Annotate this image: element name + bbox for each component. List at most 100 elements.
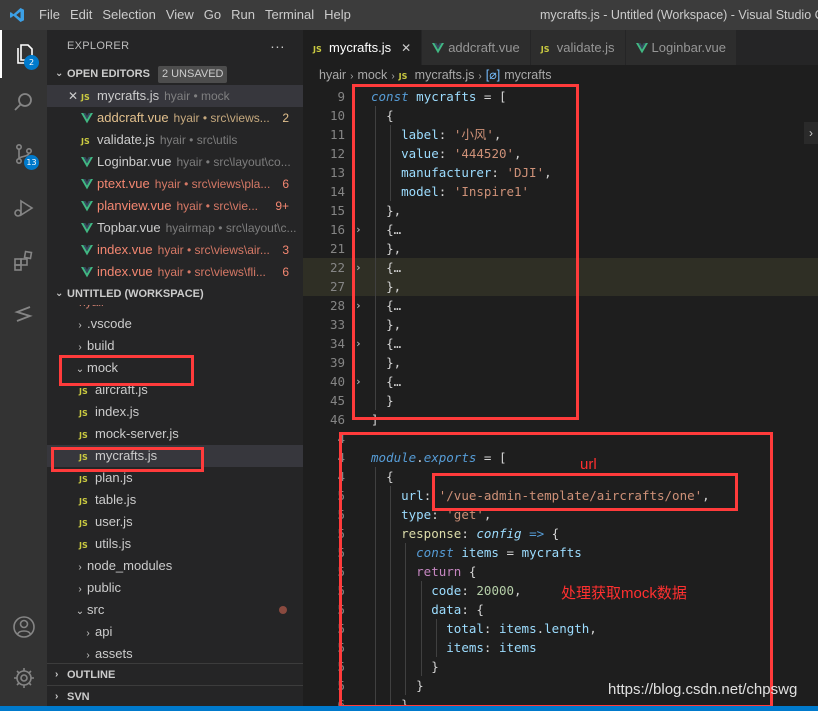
vscode-logo-icon <box>0 0 34 30</box>
tree-item-index-js[interactable]: JS index.js <box>47 401 303 423</box>
more-actions-icon[interactable]: ··· <box>270 30 285 63</box>
open-editor-item[interactable]: Loginbar.vue hyair • src\layout\co... <box>47 151 303 173</box>
js-file-icon: JS <box>79 541 88 550</box>
watermark: https://blog.csdn.net/chpswg <box>608 681 798 698</box>
breadcrumb-item[interactable]: mock <box>357 68 387 82</box>
open-editor-filename: index.vue <box>97 264 153 279</box>
line-number: 33 <box>329 317 345 332</box>
js-file-icon: JS <box>79 431 88 440</box>
line-number: 14 <box>329 184 345 199</box>
tab-validate-js[interactable]: JS validate.js <box>530 30 626 65</box>
tab-addcraft-vue[interactable]: addcraft.vue <box>422 30 531 65</box>
extensions-icon[interactable] <box>0 237 47 285</box>
open-editor-filename: mycrafts.js <box>97 88 160 103</box>
source-control-icon[interactable]: 13 <box>0 130 47 178</box>
open-editor-item[interactable]: addcraft.vue hyair • src\views... 2 <box>47 107 303 129</box>
explorer-icon[interactable]: 2 <box>0 30 47 78</box>
tree-item-api[interactable]: › api <box>47 621 303 643</box>
js-file-icon: JS <box>81 137 90 146</box>
annotation-box-mock-folder <box>59 355 194 386</box>
line-number: 13 <box>329 165 345 180</box>
tab-label: validate.js <box>556 40 615 55</box>
line-number: 40 <box>329 374 345 389</box>
open-editor-filename: planview.vue <box>97 198 172 213</box>
run-debug-icon[interactable] <box>0 184 47 232</box>
status-bar <box>0 706 818 711</box>
open-editor-filename: index.vue <box>97 242 153 257</box>
menu-view[interactable]: View <box>161 0 199 30</box>
tree-item-assets[interactable]: › assets <box>47 643 303 665</box>
vue-file-icon <box>81 217 97 239</box>
open-editor-path: hyair • src\vie... <box>176 199 259 213</box>
tree-item--vscode[interactable]: › .vscode <box>47 313 303 335</box>
open-editor-filename: addcraft.vue <box>97 110 169 125</box>
tree-item-label: user.js <box>95 514 133 529</box>
open-editor-path: hyairmap • src\layout\c... <box>165 221 297 235</box>
problem-count: 6 <box>282 265 289 279</box>
account-icon[interactable] <box>0 603 47 651</box>
open-editor-path: hyair • src\views\fli... <box>157 265 266 279</box>
menu-help[interactable]: Help <box>319 0 356 30</box>
outline-header[interactable]: › OUTLINE <box>47 663 303 685</box>
tree-item-public[interactable]: › public <box>47 577 303 599</box>
js-file-icon: JS <box>79 497 88 506</box>
problem-count: 6 <box>282 177 289 191</box>
open-editor-path: hyair • src\views\pla... <box>154 177 271 191</box>
tree-item-label: public <box>87 580 121 595</box>
open-editor-item[interactable]: Topbar.vue hyairmap • src\layout\c... <box>47 217 303 239</box>
open-editor-item[interactable]: ✕ JS mycrafts.js hyair • mock <box>47 85 303 107</box>
tree-item-build[interactable]: › build <box>47 335 303 357</box>
open-editor-path: hyair • src\utils <box>159 133 238 147</box>
open-editor-item[interactable]: planview.vue hyair • src\vie... 9+ <box>47 195 303 217</box>
close-icon[interactable]: ✕ <box>65 85 81 107</box>
open-editor-item[interactable]: JS validate.js hyair • src\utils <box>47 129 303 151</box>
tree-item-src[interactable]: ⌄ src <box>47 599 303 621</box>
open-editor-item[interactable]: index.vue hyair • src\views\air... 3 <box>47 239 303 261</box>
breadcrumb-item[interactable]: mycrafts.js <box>415 68 475 82</box>
tree-item-table-js[interactable]: JS table.js <box>47 489 303 511</box>
svn-header[interactable]: › SVN <box>47 685 303 707</box>
tree-item-node-modules[interactable]: › node_modules <box>47 555 303 577</box>
breadcrumb-item[interactable]: hyair <box>319 68 346 82</box>
breadcrumb-item[interactable]: mycrafts <box>504 68 551 82</box>
tab-mycrafts-js[interactable]: JS mycrafts.js ✕ <box>303 30 423 65</box>
vue-file-icon <box>81 195 97 217</box>
line-number: 21 <box>329 241 345 256</box>
line-number: 45 <box>329 393 345 408</box>
menu-terminal[interactable]: Terminal <box>260 0 319 30</box>
menu-selection[interactable]: Selection <box>97 0 160 30</box>
js-file-icon: JS <box>79 409 88 418</box>
vue-file-icon <box>81 173 97 195</box>
menu-edit[interactable]: Edit <box>65 0 97 30</box>
menu-run[interactable]: Run <box>226 0 260 30</box>
chevron-right-icon: › <box>78 584 82 595</box>
open-editor-path: hyair • src\views\air... <box>157 243 270 257</box>
tree-item-mock-server-js[interactable]: JS mock-server.js <box>47 423 303 445</box>
tab-label: Loginbar.vue <box>651 40 726 55</box>
explorer-title: EXPLORER ··· <box>47 30 303 63</box>
workspace-header[interactable]: ⌄ UNTITLED (WORKSPACE) <box>47 283 303 305</box>
line-number: 16 <box>329 222 345 237</box>
annotation-box-mycrafts <box>352 84 579 420</box>
open-editor-item[interactable]: ptext.vue hyair • src\views\pla... 6 <box>47 173 303 195</box>
settings-gear-icon[interactable] <box>0 654 47 702</box>
vue-file-icon <box>432 30 448 65</box>
open-editors-header[interactable]: ⌄ OPEN EDITORS 2 UNSAVED <box>47 63 303 85</box>
open-editor-item[interactable]: index.vue hyair • src\views\fli... 6 <box>47 261 303 283</box>
chevron-right-icon[interactable]: › <box>804 122 818 144</box>
menu-go[interactable]: Go <box>199 0 226 30</box>
tab-loginbar-vue[interactable]: Loginbar.vue <box>625 30 737 65</box>
menu-file[interactable]: File <box>34 0 65 30</box>
tree-partial-hyair[interactable]: hyair <box>47 305 303 313</box>
open-editor-filename: validate.js <box>97 132 155 147</box>
tree-item-user-js[interactable]: JS user.js <box>47 511 303 533</box>
problem-count: 3 <box>282 243 289 257</box>
svn-icon[interactable] <box>0 290 47 338</box>
tree-item-label: assets <box>95 646 133 661</box>
open-editor-filename: Loginbar.vue <box>97 154 172 169</box>
vue-file-icon <box>81 107 97 129</box>
tree-item-utils-js[interactable]: JS utils.js <box>47 533 303 555</box>
search-icon[interactable] <box>0 78 47 126</box>
line-number: 28 <box>329 298 345 313</box>
close-icon[interactable]: ✕ <box>401 41 411 55</box>
